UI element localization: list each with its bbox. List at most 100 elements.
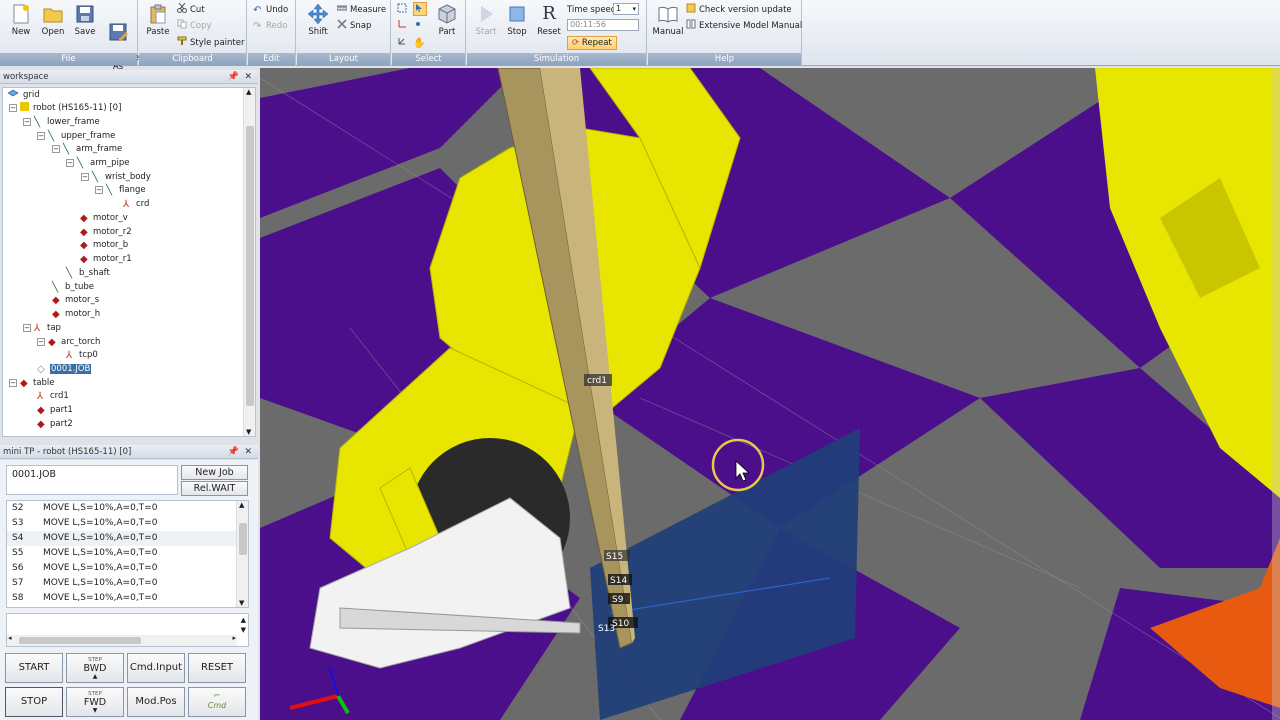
command-input-area[interactable]: ◂ ▸ ▲ ▼	[6, 613, 249, 647]
scene-canvas[interactable]: crd1 S15 S14 S9 S10 S13	[260, 68, 1280, 720]
collapse-toggle[interactable]: −	[52, 145, 60, 153]
job-line[interactable]: S7 MOVE L,S=10%,A=0,T=0	[7, 576, 239, 591]
scroll-right-icon[interactable]: ▸	[232, 634, 236, 642]
tree-scrollbar[interactable]: ▲ ▼	[243, 88, 255, 436]
tp-start-button[interactable]: START	[5, 653, 63, 683]
job-line[interactable]: S6 MOVE L,S=10%,A=0,T=0	[7, 561, 239, 576]
tree-item-motor-v[interactable]: ◆ motor_v	[80, 212, 128, 225]
job-line[interactable]: S8 MOVE L,S=10%,A=0,T=0	[7, 591, 239, 606]
step-fwd-button[interactable]: STEP FWD ▼	[66, 687, 124, 717]
tree-item-arm-pipe[interactable]: − ╲ arm_pipe	[66, 157, 129, 170]
save-button[interactable]: Save	[70, 2, 100, 46]
measure-button[interactable]: Measure	[337, 3, 386, 17]
collapse-toggle[interactable]: −	[23, 324, 31, 332]
tree-item-motor-b[interactable]: ◆ motor_b	[80, 239, 128, 252]
tp-reset-button[interactable]: RESET	[188, 653, 246, 683]
collapse-toggle[interactable]: −	[66, 159, 74, 167]
job-line[interactable]: S2 MOVE L,S=10%,A=0,T=0	[7, 501, 239, 516]
tree-item-robot[interactable]: − robot (HS165-11) [0]	[9, 102, 121, 115]
input-hscrollbar[interactable]: ◂ ▸	[7, 634, 237, 646]
tree-item-flange[interactable]: − ╲ flange	[95, 184, 146, 197]
select-point-button[interactable]	[413, 19, 427, 33]
open-button[interactable]: Open	[38, 2, 68, 46]
job-line-current[interactable]: S4 MOVE L,S=10%,A=0,T=0	[7, 531, 239, 546]
tree-item-tcp0[interactable]: ⅄ tcp0	[66, 349, 98, 362]
start-sim-button[interactable]: Start	[471, 2, 501, 46]
pin-icon[interactable]: 📌	[228, 447, 239, 457]
close-icon[interactable]: ✕	[244, 447, 252, 457]
paste-button[interactable]: Paste	[143, 2, 173, 46]
tree-item-motor-s[interactable]: ◆ motor_s	[52, 294, 99, 307]
scroll-down-icon[interactable]: ▼	[246, 428, 251, 436]
collapse-toggle[interactable]: −	[81, 173, 89, 181]
scroll-thumb[interactable]	[19, 637, 141, 644]
select-frame-button[interactable]	[397, 36, 411, 50]
copy-button[interactable]: Copy	[177, 19, 212, 33]
collapse-toggle[interactable]: −	[23, 118, 31, 126]
cmd-input-button[interactable]: Cmd.Input	[127, 653, 185, 683]
tree-item-table[interactable]: − ◆ table	[9, 377, 55, 390]
tree-item-job[interactable]: ◇ 0001.JOB	[37, 363, 92, 376]
tree-item-part1[interactable]: ◆ part1	[37, 404, 73, 417]
collapse-toggle[interactable]: −	[9, 104, 17, 112]
spin-down-icon[interactable]: ▼	[241, 626, 246, 634]
cut-button[interactable]: Cut	[177, 3, 205, 17]
check-update-button[interactable]: Check version update	[686, 3, 792, 17]
spin-up-icon[interactable]: ▲	[241, 616, 246, 624]
tree-item-lower-frame[interactable]: − ╲ lower_frame	[23, 116, 100, 129]
scroll-thumb[interactable]	[246, 126, 254, 406]
repeat-toggle[interactable]: ⟳ Repeat	[567, 36, 617, 50]
select-pointer-button[interactable]	[413, 2, 427, 16]
tree-item-motor-r2[interactable]: ◆ motor_r2	[80, 226, 132, 239]
collapse-toggle[interactable]: −	[37, 338, 45, 346]
scroll-up-icon[interactable]: ▲	[239, 501, 244, 509]
time-speed-select[interactable]: 1 ▾	[613, 3, 639, 15]
job-name-field[interactable]: 0001.JOB	[6, 465, 178, 495]
stop-sim-button[interactable]: Stop	[502, 2, 532, 46]
select-hand-button[interactable]: ✋	[413, 36, 427, 50]
tree-item-tap[interactable]: − ⅄ tap	[23, 322, 61, 335]
snap-button[interactable]: Snap	[337, 19, 371, 33]
style-painter-button[interactable]: Style painter	[177, 36, 244, 50]
step-bwd-button[interactable]: STEP BWD ▲	[66, 653, 124, 683]
tree-item-wrist-body[interactable]: − ╲ wrist_body	[81, 171, 151, 184]
extensive-manual-button[interactable]: Extensive Model Manual	[686, 19, 802, 33]
collapse-toggle[interactable]: −	[9, 379, 17, 387]
scroll-left-icon[interactable]: ◂	[8, 634, 12, 642]
tree-item-b-tube[interactable]: ╲ b_tube	[52, 281, 94, 294]
3d-viewport[interactable]: crd1 S15 S14 S9 S10 S13	[260, 68, 1280, 720]
pin-icon[interactable]: 📌	[228, 72, 239, 82]
save-as-button[interactable]: Save As	[102, 2, 139, 72]
job-line[interactable]: S3 MOVE L,S=10%,A=0,T=0	[7, 516, 239, 531]
new-button[interactable]: New	[6, 2, 36, 46]
new-job-button[interactable]: New Job	[181, 465, 248, 480]
tree-item-grid[interactable]: grid	[7, 89, 40, 102]
select-axis-button[interactable]	[397, 19, 411, 33]
tree-item-motor-r1[interactable]: ◆ motor_r1	[80, 253, 132, 266]
scroll-up-icon[interactable]: ▲	[246, 88, 251, 96]
undo-button[interactable]: ↶ Undo	[253, 3, 288, 17]
lines-scrollbar[interactable]: ▲ ▼	[236, 501, 248, 607]
redo-button[interactable]: ↷ Redo	[253, 19, 287, 33]
scroll-thumb[interactable]	[239, 523, 247, 555]
close-icon[interactable]: ✕	[244, 72, 252, 82]
reset-sim-button[interactable]: R Reset	[534, 2, 564, 46]
scroll-down-icon[interactable]: ▼	[239, 599, 244, 607]
job-line[interactable]: S5 MOVE L,S=10%,A=0,T=0	[7, 546, 239, 561]
cmd-icon-button[interactable]: ⌐ Cmd	[188, 687, 246, 717]
collapse-toggle[interactable]: −	[95, 186, 103, 194]
shift-button[interactable]: Shift	[303, 2, 333, 46]
tree-item-arm-frame[interactable]: − ╲ arm_frame	[52, 143, 122, 156]
part-button[interactable]: Part	[432, 2, 462, 46]
tree-item-part2[interactable]: ◆ part2	[37, 418, 73, 431]
select-box-button[interactable]	[397, 3, 411, 17]
mod-pos-button[interactable]: Mod.Pos	[127, 687, 185, 717]
rel-wait-button[interactable]: Rel.WAIT	[181, 481, 248, 496]
tree-item-crd[interactable]: ⅄ crd	[123, 198, 149, 211]
tree-item-arc-torch[interactable]: − ◆ arc_torch	[37, 336, 100, 349]
tree-item-motor-h[interactable]: ◆ motor_h	[52, 308, 100, 321]
collapse-toggle[interactable]: −	[37, 132, 45, 140]
tree-item-upper-frame[interactable]: − ╲ upper_frame	[37, 130, 115, 143]
tree-item-crd1[interactable]: ⅄ crd1	[37, 390, 69, 403]
manual-button[interactable]: Manual	[650, 2, 686, 46]
